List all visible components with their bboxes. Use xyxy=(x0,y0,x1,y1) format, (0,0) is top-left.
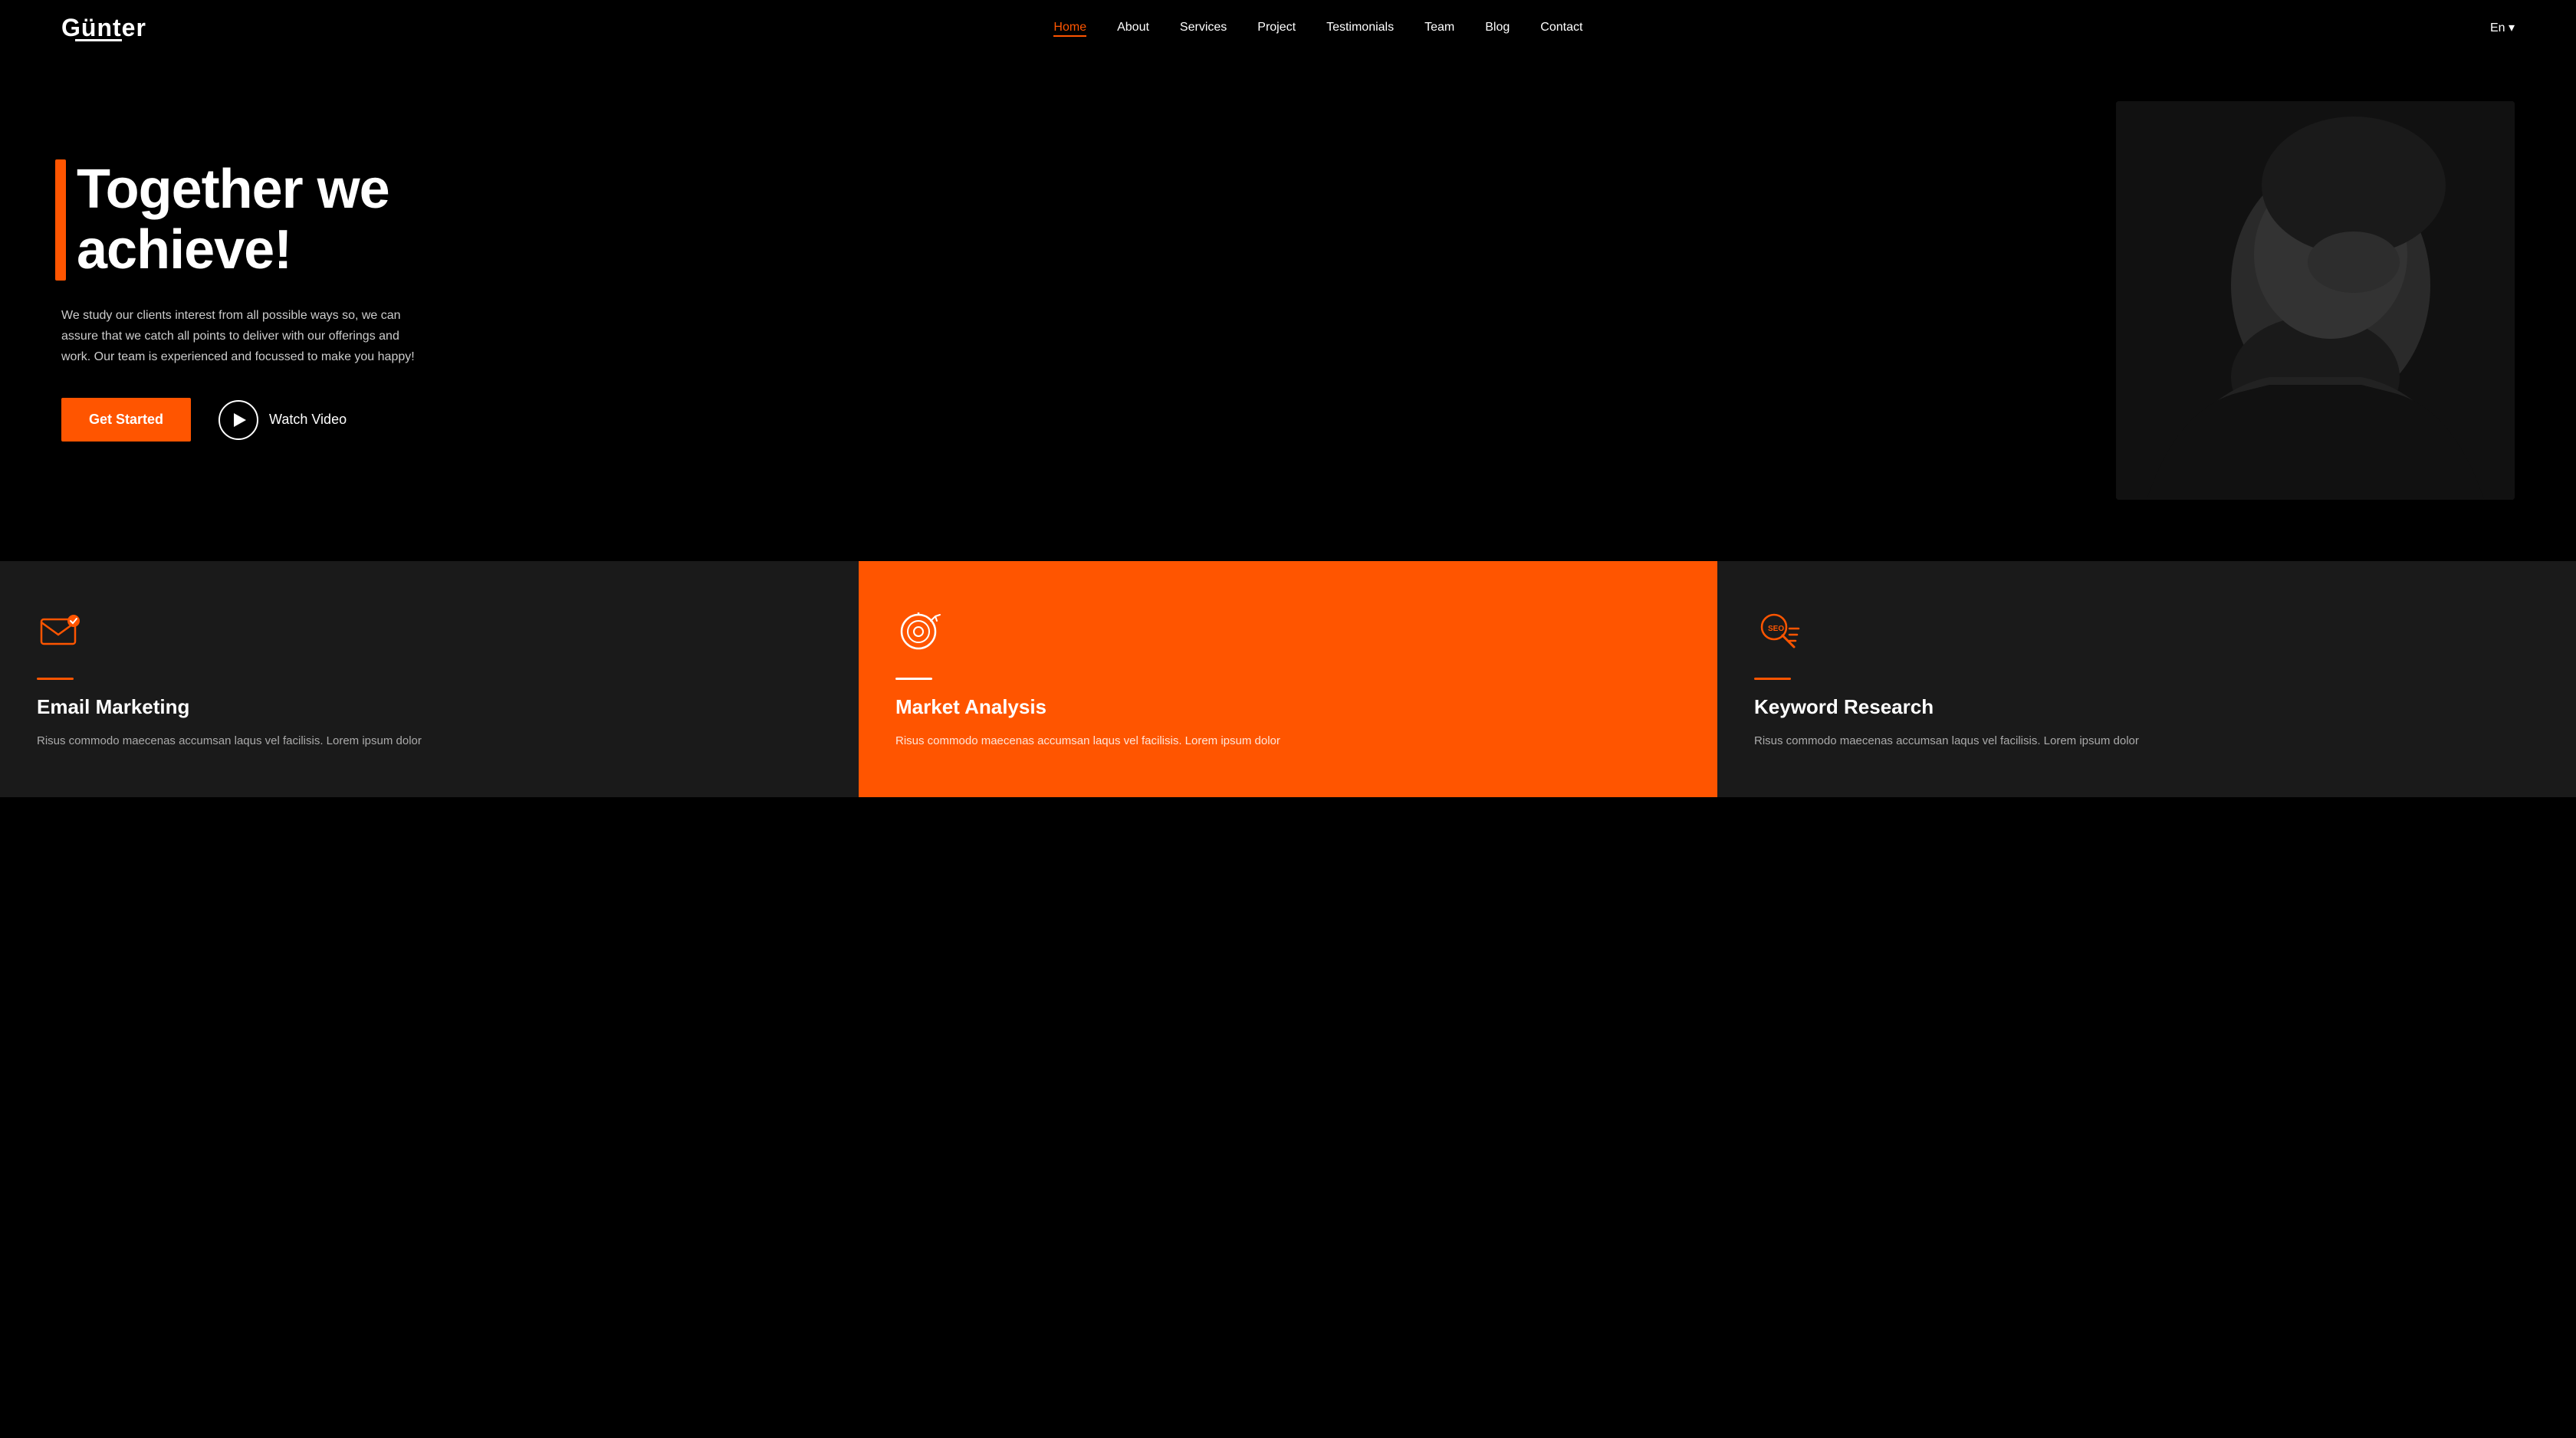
keyword-research-underline xyxy=(1754,678,1791,680)
email-marketing-underline xyxy=(37,678,74,680)
hero-title-wrapper: Together we achieve! xyxy=(61,159,521,281)
watch-video-button[interactable]: Watch Video xyxy=(219,400,347,440)
svg-text:SEO: SEO xyxy=(1768,625,1784,633)
nav-link-project[interactable]: Project xyxy=(1257,21,1296,34)
market-analysis-icon xyxy=(895,607,945,656)
hero-title-line1: Together we xyxy=(77,159,389,220)
nav-item-testimonials[interactable]: Testimonials xyxy=(1326,21,1394,34)
hero-person-image xyxy=(2116,101,2515,500)
hero-title: Together we achieve! xyxy=(61,159,521,281)
service-card-email-marketing: Email Marketing Risus commodo maecenas a… xyxy=(0,561,859,797)
keyword-research-icon: SEO xyxy=(1754,607,1803,656)
service-card-market-analysis: Market Analysis Risus commodo maecenas a… xyxy=(859,561,1717,797)
navbar: Günter Home About Services Project Testi… xyxy=(0,0,2576,55)
nav-item-services[interactable]: Services xyxy=(1180,21,1227,34)
nav-link-services[interactable]: Services xyxy=(1180,21,1227,34)
nav-link-testimonials[interactable]: Testimonials xyxy=(1326,21,1394,34)
language-selector[interactable]: En ▾ xyxy=(2490,20,2515,35)
nav-link-about[interactable]: About xyxy=(1117,21,1149,34)
nav-link-team[interactable]: Team xyxy=(1424,21,1454,34)
nav-links: Home About Services Project Testimonials… xyxy=(1053,21,1582,34)
hero-description: We study our clients interest from all p… xyxy=(61,305,429,368)
hero-actions: Get Started Watch Video xyxy=(61,398,521,442)
nav-link-contact[interactable]: Contact xyxy=(1540,21,1582,34)
nav-item-about[interactable]: About xyxy=(1117,21,1149,34)
service-card-keyword-research: SEO Keyword Research Risus commodo maece… xyxy=(1717,561,2576,797)
watch-video-label: Watch Video xyxy=(269,412,347,428)
hero-content: Together we achieve! We study our client… xyxy=(61,159,521,442)
nav-link-home[interactable]: Home xyxy=(1053,21,1086,37)
services-section: Email Marketing Risus commodo maecenas a… xyxy=(0,561,2576,797)
market-analysis-underline xyxy=(895,678,932,680)
market-analysis-title: Market Analysis xyxy=(895,695,1681,719)
nav-item-contact[interactable]: Contact xyxy=(1540,21,1582,34)
nav-link-blog[interactable]: Blog xyxy=(1485,21,1510,34)
email-marketing-icon xyxy=(37,607,86,656)
hero-section: Together we achieve! We study our client… xyxy=(0,55,2576,561)
keyword-research-title: Keyword Research xyxy=(1754,695,2539,719)
nav-item-project[interactable]: Project xyxy=(1257,21,1296,34)
hero-title-line2: achieve! xyxy=(77,219,291,281)
logo[interactable]: Günter xyxy=(61,14,146,41)
play-icon xyxy=(234,413,246,427)
market-analysis-desc: Risus commodo maecenas accumsan laqus ve… xyxy=(895,731,1681,751)
orange-accent-bar xyxy=(55,159,66,281)
logo-text: Günter xyxy=(61,14,146,41)
nav-item-home[interactable]: Home xyxy=(1053,21,1086,34)
nav-item-blog[interactable]: Blog xyxy=(1485,21,1510,34)
person-silhouette-svg xyxy=(2116,101,2515,500)
email-marketing-desc: Risus commodo maecenas accumsan laqus ve… xyxy=(37,731,822,751)
hero-image-container xyxy=(1337,101,2515,500)
get-started-button[interactable]: Get Started xyxy=(61,398,191,442)
email-marketing-title: Email Marketing xyxy=(37,695,822,719)
play-button-circle[interactable] xyxy=(219,400,258,440)
nav-item-team[interactable]: Team xyxy=(1424,21,1454,34)
keyword-research-desc: Risus commodo maecenas accumsan laqus ve… xyxy=(1754,731,2539,751)
